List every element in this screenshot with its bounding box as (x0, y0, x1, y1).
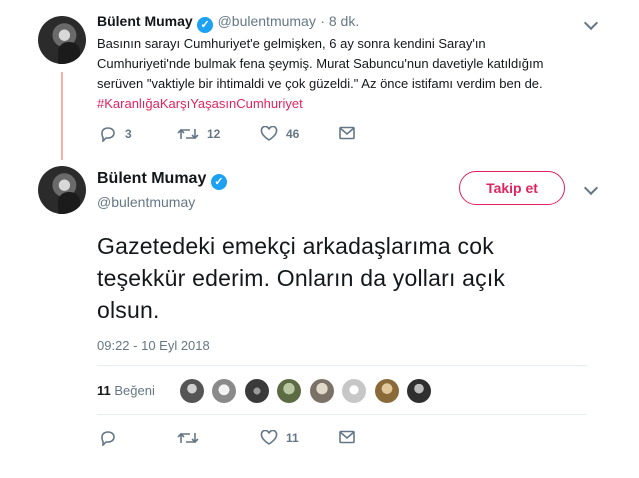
like-button[interactable]: 11 (260, 430, 299, 446)
message-icon (339, 126, 355, 140)
liker-avatar[interactable] (180, 379, 204, 403)
author-handle[interactable]: @bulentmumay (97, 194, 195, 210)
tweet-text-line: serüven "vaktiyle bir ihtimaldi ve çok g… (97, 76, 543, 91)
like-button[interactable]: 46 (260, 126, 299, 142)
liker-avatar[interactable] (374, 379, 399, 403)
avatar[interactable] (38, 16, 86, 64)
chevron-down-icon[interactable] (583, 15, 599, 31)
divider (97, 365, 587, 366)
liker-avatar[interactable] (309, 379, 334, 403)
dm-button[interactable] (339, 126, 363, 140)
reply-icon (101, 431, 115, 446)
reply-button[interactable] (99, 430, 125, 446)
likes-stat[interactable]: 11 Beğeni (97, 383, 155, 398)
tweet-time[interactable]: · 8 dk. (320, 13, 359, 29)
divider (97, 414, 587, 415)
retweet-icon (177, 128, 199, 140)
main-tweet-text: Gazetedeki emekçi arkadaşlarıma cok teşe… (97, 233, 506, 323)
dm-button[interactable] (339, 430, 363, 444)
retweet-button[interactable] (177, 430, 207, 446)
likes-stat-label: Beğeni (114, 383, 155, 398)
liker-avatar[interactable] (244, 379, 269, 403)
reply-count: 3 (125, 127, 132, 141)
heart-icon (260, 126, 278, 141)
tweet-timestamp[interactable]: 09:22 - 10 Eyl 2018 (97, 338, 210, 353)
like-count: 46 (286, 127, 300, 141)
retweet-button[interactable]: 12 (177, 126, 220, 142)
tweet-text-line: Cumhuriyeti'nde bulmak fena şeymiş. Mura… (97, 56, 544, 71)
author-name[interactable]: Bülent Mumay (97, 13, 193, 29)
like-count: 11 (286, 431, 299, 445)
liker-avatar[interactable] (407, 379, 432, 403)
author-handle[interactable]: @bulentmumay (218, 13, 316, 29)
follow-button[interactable]: Takip et (459, 171, 565, 205)
thread-line (61, 72, 63, 160)
liker-avatar[interactable] (212, 379, 237, 403)
liker-avatar[interactable] (277, 379, 302, 403)
heart-icon (260, 430, 278, 445)
likes-stat-count: 11 (97, 383, 111, 398)
chevron-down-icon[interactable] (583, 180, 599, 196)
reply-button[interactable]: 3 (99, 126, 132, 142)
liker-avatar[interactable] (342, 379, 367, 403)
author-name[interactable]: Bülent Mumay (97, 170, 206, 187)
hashtag-link[interactable]: #KaranlığaKarşıYaşasınCumhuriyet (97, 94, 597, 114)
likers-list (180, 379, 435, 403)
reply-tweet-header: Bülent Mumay ✓ @bulentmumay · 8 dk. (97, 13, 359, 33)
retweet-icon (177, 432, 199, 444)
verified-icon: ✓ (197, 17, 214, 33)
retweet-count: 12 (207, 127, 221, 141)
message-icon (339, 430, 355, 444)
reply-tweet-text: Basının sarayı Cumhuriyet'e gelmişken, 6… (97, 34, 597, 114)
avatar[interactable] (38, 166, 86, 214)
tweet-text-line: Basının sarayı Cumhuriyet'e gelmişken, 6… (97, 36, 486, 51)
main-tweet-author: Bülent Mumay ✓ (97, 170, 227, 190)
verified-icon: ✓ (210, 174, 227, 190)
reply-icon (101, 127, 115, 142)
